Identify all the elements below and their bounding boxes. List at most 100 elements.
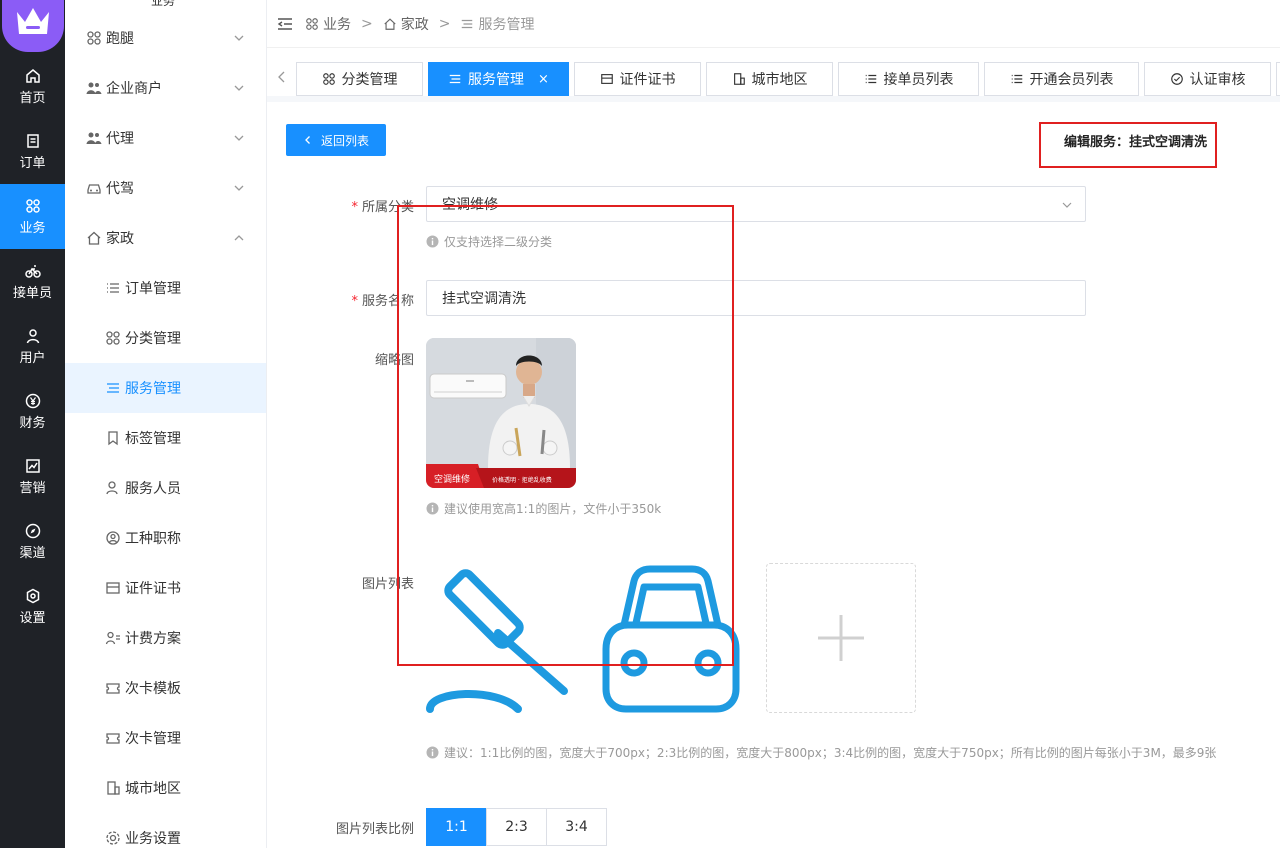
menu-icon <box>107 383 119 393</box>
breadcrumb: 业务 > 家政 > 服务管理 <box>267 0 1280 48</box>
collapse-menu-icon[interactable] <box>277 17 293 31</box>
sidebar-item-tag-manage[interactable]: 标签管理 <box>65 413 266 463</box>
bookmark-icon <box>108 431 118 446</box>
users-icon <box>86 82 102 94</box>
menu-icon <box>462 19 473 28</box>
sidebar-item-service-manage[interactable]: 服务管理 <box>65 363 266 413</box>
rail-item-order[interactable]: 订单 <box>0 119 65 184</box>
rail-item-home[interactable]: 首页 <box>0 54 65 119</box>
rail-item-settings[interactable]: 设置 <box>0 574 65 639</box>
rail-item-channel[interactable]: 渠道 <box>0 509 65 574</box>
info-icon <box>426 235 439 248</box>
chevron-left-icon[interactable] <box>275 70 289 84</box>
bike-icon <box>24 264 41 278</box>
plus-icon <box>818 615 864 661</box>
sidebar-item-label: 代驾 <box>106 181 134 197</box>
tab-verification[interactable]: 认证审核 <box>1144 62 1271 96</box>
tab-label: 城市地区 <box>751 72 808 88</box>
sidebar-item-label: 次卡管理 <box>125 731 181 747</box>
sidebar-item-staff[interactable]: 服务人员 <box>65 463 266 513</box>
ratio-option-3-4[interactable]: 3:4 <box>546 808 607 846</box>
tab-member-list[interactable]: 开通会员列表 <box>984 62 1139 96</box>
sidebar-item-label: 计费方案 <box>125 631 181 647</box>
sidebar-item-merchant[interactable]: 企业商户 <box>65 63 266 113</box>
sidebar-item-card-template[interactable]: 次卡模板 <box>65 663 266 713</box>
breadcrumb-label: 业务 <box>323 16 351 33</box>
sidebar-item-business-settings[interactable]: 业务设置 <box>65 813 266 848</box>
thumbnail-hint: 建议使用宽高1:1的图片，文件小于350k <box>426 500 661 517</box>
sidebar-item-card-manage[interactable]: 次卡管理 <box>65 713 266 763</box>
sidebar-item-order-manage[interactable]: 订单管理 <box>65 263 266 313</box>
service-name-value: 挂式空调清洗 <box>442 291 526 307</box>
gear-icon <box>106 831 120 845</box>
tab-certificate[interactable]: 证件证书 <box>574 62 701 96</box>
card-icon <box>600 74 613 84</box>
tab-overflow[interactable] <box>1276 62 1280 96</box>
breadcrumb-item-business[interactable]: 业务 <box>305 14 351 34</box>
grid-icon <box>106 331 120 345</box>
gallery-image-2[interactable] <box>596 563 746 713</box>
ratio-option-2-3[interactable]: 2:3 <box>486 808 547 846</box>
home-icon <box>25 68 40 83</box>
ticket-icon <box>106 683 120 694</box>
rail-item-user[interactable]: 用户 <box>0 314 65 379</box>
ratio-option-1-1[interactable]: 1:1 <box>426 808 487 846</box>
tab-label: 分类管理 <box>341 72 398 88</box>
gavel-icon <box>426 569 568 713</box>
app-logo[interactable] <box>2 0 64 52</box>
breadcrumb-label: 家政 <box>400 16 429 33</box>
rail-item-courier[interactable]: 接单员 <box>0 249 65 314</box>
rail-item-marketing[interactable]: 营销 <box>0 444 65 509</box>
sidebar-item-certificate[interactable]: 证件证书 <box>65 563 266 613</box>
building-icon <box>733 73 745 85</box>
grid-icon <box>87 31 101 45</box>
order-icon <box>26 133 39 148</box>
breadcrumb-label: 服务管理 <box>478 16 535 33</box>
house-icon <box>87 231 101 245</box>
tab-service-manage[interactable]: 服务管理 × <box>428 62 569 96</box>
sidebar-item-billing[interactable]: 计费方案 <box>65 613 266 663</box>
close-icon[interactable]: × <box>538 72 549 87</box>
rail-item-label: 设置 <box>19 610 46 626</box>
category-select[interactable]: 空调维修 <box>426 186 1086 222</box>
crown-icon <box>17 8 49 34</box>
tab-category-manage[interactable]: 分类管理 <box>296 62 423 96</box>
sidebar-item-agent[interactable]: 代理 <box>65 113 266 163</box>
gallery-image-1[interactable] <box>426 563 576 713</box>
breadcrumb-item-housekeeping[interactable]: 家政 <box>383 14 429 34</box>
chevron-left-icon <box>305 136 310 144</box>
grid-icon <box>306 17 318 30</box>
car-icon <box>602 565 740 713</box>
thumbnail-banner-title: 空调维修 <box>434 475 471 485</box>
category-label: * 所属分类 <box>351 200 414 215</box>
page-title: 编辑服务：挂式空调清洗 <box>1064 135 1208 150</box>
gallery-hint: 建议：1:1比例的图，宽度大于700px；2:3比例的图，宽度大于800px；3… <box>426 744 1216 761</box>
building-icon <box>107 781 120 795</box>
chevron-down-icon <box>234 35 244 41</box>
sidebar-item-city[interactable]: 城市地区 <box>65 763 266 813</box>
sidebar-item-category-manage[interactable]: 分类管理 <box>65 313 266 363</box>
thumbnail-image[interactable]: 空调维修 价格透明 · 拒绝乱收费 <box>426 338 576 488</box>
compass-icon <box>25 523 40 538</box>
category-select-value: 空调维修 <box>442 197 498 213</box>
chevron-down-icon <box>234 185 244 191</box>
tab-city[interactable]: 城市地区 <box>706 62 833 96</box>
sidebar-item-housekeeping[interactable]: 家政 <box>65 213 266 263</box>
service-name-input[interactable]: 挂式空调清洗 <box>426 280 1086 316</box>
gallery-upload-button[interactable] <box>766 563 916 713</box>
sidebar-item-driver[interactable]: 代驾 <box>65 163 266 213</box>
tab-label: 认证审核 <box>1189 72 1246 88</box>
rail-item-business[interactable]: 业务 <box>0 184 65 249</box>
breadcrumb-separator: > <box>438 15 451 32</box>
sidebar-item-errand[interactable]: 跑腿 <box>65 13 266 63</box>
tab-courier-list[interactable]: 接单员列表 <box>838 62 979 96</box>
sidebar-item-job-title[interactable]: 工种职称 <box>65 513 266 563</box>
back-to-list-button[interactable]: 返回列表 <box>286 124 386 156</box>
rail-item-finance[interactable]: 财务 <box>0 379 65 444</box>
service-name-label: * 服务名称 <box>351 294 414 309</box>
sidebar-item-label: 业务设置 <box>125 831 181 847</box>
main-rail: 首页 订单 业务 接单员 用户 财务 营销 渠道 设置 <box>0 0 65 848</box>
sidebar-item-label: 家政 <box>106 231 134 247</box>
person-icon <box>106 481 118 495</box>
tab-label: 接单员列表 <box>883 72 954 88</box>
